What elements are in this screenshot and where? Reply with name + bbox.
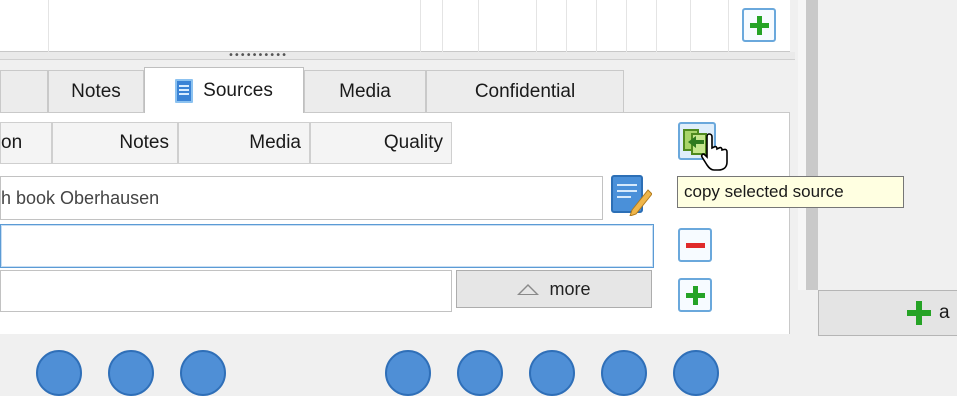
col-tab-media[interactable]: Media <box>178 122 310 164</box>
more-button[interactable]: more <box>456 270 652 308</box>
tab-notes[interactable]: Notes <box>48 70 144 112</box>
tab-sources-label: Sources <box>203 79 273 101</box>
tab-confidential-label: Confidential <box>474 80 576 102</box>
pane-divider[interactable] <box>806 0 818 290</box>
tab-media-label: Media <box>339 80 391 102</box>
tab-sources[interactable]: Sources <box>144 67 304 113</box>
source-field-value: h book Oberhausen <box>1 187 160 208</box>
col-tab-notes[interactable]: Notes <box>52 122 178 164</box>
tab-notes-label: Notes <box>71 80 121 102</box>
remove-source-button[interactable] <box>678 228 712 262</box>
splitter[interactable]: •••••••••• <box>0 51 795 61</box>
splitter-grip[interactable]: •••••••••• <box>228 51 287 61</box>
copy-source-tooltip: copy selected source <box>677 176 904 208</box>
add-row-button[interactable] <box>742 8 776 42</box>
add-button[interactable]: a <box>818 290 957 336</box>
col-tab-quality[interactable]: Quality <box>310 122 452 164</box>
previous-record-icon[interactable] <box>457 350 503 396</box>
settings-icon[interactable] <box>36 350 82 396</box>
edit-source-button[interactable] <box>608 172 653 217</box>
citation-field[interactable] <box>0 224 654 268</box>
tooltip-text: copy selected source <box>684 182 844 201</box>
add-source-button[interactable] <box>678 278 712 312</box>
tab-hidden-left[interactable] <box>0 70 48 112</box>
pane-divider-light <box>798 0 806 290</box>
tab-confidential[interactable]: Confidential <box>426 70 624 112</box>
minus-icon <box>686 243 705 248</box>
source-field[interactable]: h book Oberhausen <box>0 176 603 220</box>
edit-icon <box>611 175 653 217</box>
first-record-icon[interactable] <box>385 350 431 396</box>
col-tab-quality-label: Quality <box>383 132 443 153</box>
page-field[interactable] <box>0 270 452 312</box>
col-tab-citation-label: on <box>1 132 23 153</box>
next-record-icon[interactable] <box>601 350 647 396</box>
edit-record-icon[interactable] <box>108 350 154 396</box>
add-button-label: a <box>939 302 950 323</box>
col-tab-citation[interactable]: on <box>0 122 52 164</box>
col-tab-media-label: Media <box>249 132 301 153</box>
triangle-up-icon <box>517 283 540 295</box>
hand-cursor-icon <box>700 133 728 171</box>
plus-icon <box>907 301 931 325</box>
more-button-label: more <box>549 278 591 299</box>
tab-media[interactable]: Media <box>304 70 426 112</box>
last-record-icon[interactable] <box>673 350 719 396</box>
col-tab-notes-label: Notes <box>119 132 169 153</box>
pause-icon[interactable] <box>529 350 575 396</box>
copy-record-icon[interactable] <box>180 350 226 396</box>
document-icon <box>175 78 194 103</box>
source-grid <box>0 0 790 52</box>
